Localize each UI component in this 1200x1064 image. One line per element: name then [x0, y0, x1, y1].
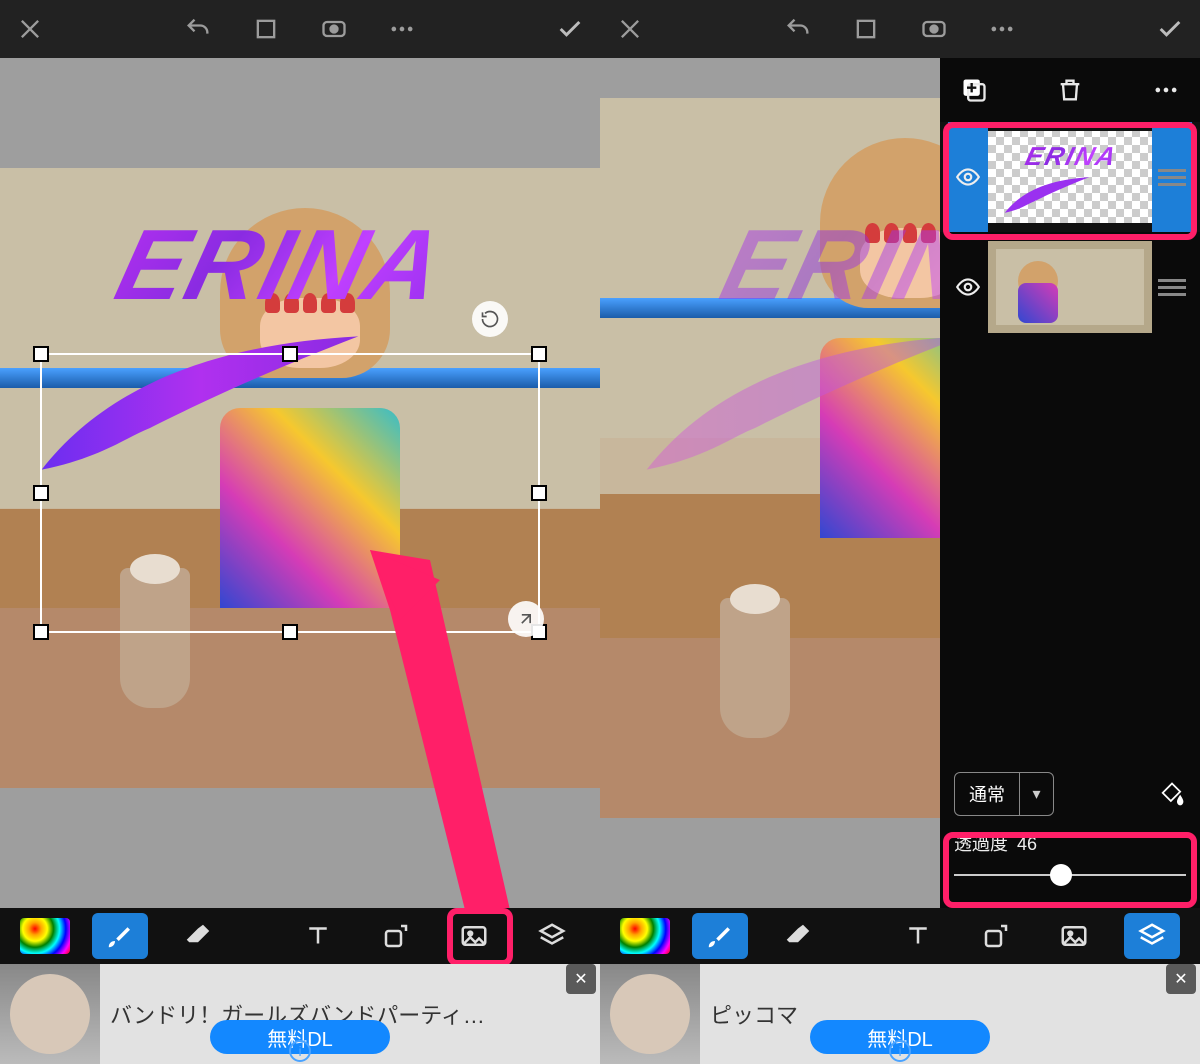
layers-icon[interactable] [1124, 913, 1180, 959]
add-image-icon[interactable] [446, 913, 502, 959]
drag-handle-icon[interactable] [1152, 122, 1192, 232]
ad-info-icon[interactable]: i [889, 1040, 911, 1062]
record-icon[interactable] [920, 15, 948, 43]
add-layer-icon[interactable] [960, 76, 988, 104]
canvas[interactable]: ERINA [600, 58, 940, 908]
text-tool-icon[interactable] [290, 913, 346, 959]
opacity-slider[interactable] [954, 860, 1186, 890]
opacity-label: 透過度 [954, 834, 1008, 854]
drag-handle-icon[interactable] [1152, 279, 1192, 296]
add-shape-icon[interactable] [968, 913, 1024, 959]
text-tool-icon[interactable] [890, 913, 946, 959]
overlay-logo[interactable]: ERINA [630, 208, 940, 478]
crop-icon[interactable] [252, 15, 280, 43]
selection-box[interactable] [40, 353, 540, 633]
screen-left: ERINA [0, 0, 600, 1064]
handle-tc[interactable] [282, 346, 298, 362]
undo-icon[interactable] [784, 15, 812, 43]
blend-mode-bar: 通常 ▾ [940, 764, 1200, 824]
handle-tr[interactable] [531, 346, 547, 362]
undo-icon[interactable] [184, 15, 212, 43]
brush-tool-icon[interactable] [692, 913, 748, 959]
fill-tool-icon[interactable] [1158, 780, 1186, 808]
layer-more-icon[interactable] [1152, 76, 1180, 104]
add-shape-icon[interactable] [368, 913, 424, 959]
layer-item-background[interactable] [940, 232, 1200, 342]
close-icon[interactable] [16, 15, 44, 43]
close-icon[interactable] [616, 15, 644, 43]
layers-icon[interactable] [524, 913, 580, 959]
eraser-tool-icon[interactable] [170, 913, 226, 959]
ad-close-icon[interactable]: ✕ [566, 964, 596, 994]
rotate-handle[interactable] [472, 301, 508, 337]
screen-right: ERINA ERINA [600, 0, 1200, 1064]
bottom-toolbar [600, 908, 1200, 964]
logo-text: ERINA [106, 208, 456, 323]
brush-tool-icon[interactable] [92, 913, 148, 959]
more-icon[interactable] [388, 15, 416, 43]
ad-thumbnail [0, 964, 100, 1064]
color-picker-icon[interactable] [620, 918, 670, 954]
handle-ml[interactable] [33, 485, 49, 501]
ad-info-icon[interactable]: i [289, 1040, 311, 1062]
layer-thumbnail [988, 241, 1152, 333]
canvas[interactable]: ERINA [0, 58, 600, 908]
visibility-icon[interactable] [948, 274, 988, 300]
caret-down-icon[interactable]: ▾ [1019, 773, 1053, 815]
opacity-control: 透過度 46 [940, 824, 1200, 908]
top-toolbar [600, 0, 1200, 58]
apply-icon[interactable] [1156, 15, 1184, 43]
apply-icon[interactable] [556, 15, 584, 43]
layer-item-logo[interactable]: ERINA [940, 122, 1200, 232]
layers-panel: ERINA 通常 ▾ 透過度 46 [940, 58, 1200, 908]
color-picker-icon[interactable] [20, 918, 70, 954]
more-icon[interactable] [988, 15, 1016, 43]
opacity-value: 46 [1017, 834, 1037, 854]
crop-icon[interactable] [852, 15, 880, 43]
ad-banner[interactable]: ピッコマ 無料DL ✕ i [600, 964, 1200, 1064]
handle-bl[interactable] [33, 624, 49, 640]
logo-text: ERINA [711, 208, 940, 323]
layer-thumbnail: ERINA [988, 131, 1152, 223]
ad-thumbnail [600, 964, 700, 1064]
scale-handle[interactable] [508, 601, 544, 637]
eraser-tool-icon[interactable] [770, 913, 826, 959]
top-toolbar [0, 0, 600, 58]
delete-layer-icon[interactable] [1056, 76, 1084, 104]
record-icon[interactable] [320, 15, 348, 43]
add-image-icon[interactable] [1046, 913, 1102, 959]
handle-bc[interactable] [282, 624, 298, 640]
visibility-icon[interactable] [948, 122, 988, 232]
handle-tl[interactable] [33, 346, 49, 362]
bottom-toolbar [0, 908, 600, 964]
ad-banner[interactable]: バンドリ！ガールズバンドパーティ… 無料DL ✕ i [0, 964, 600, 1064]
blend-mode-select[interactable]: 通常 ▾ [954, 772, 1054, 816]
blend-mode-label: 通常 [955, 781, 1019, 807]
handle-mr[interactable] [531, 485, 547, 501]
ad-close-icon[interactable]: ✕ [1166, 964, 1196, 994]
